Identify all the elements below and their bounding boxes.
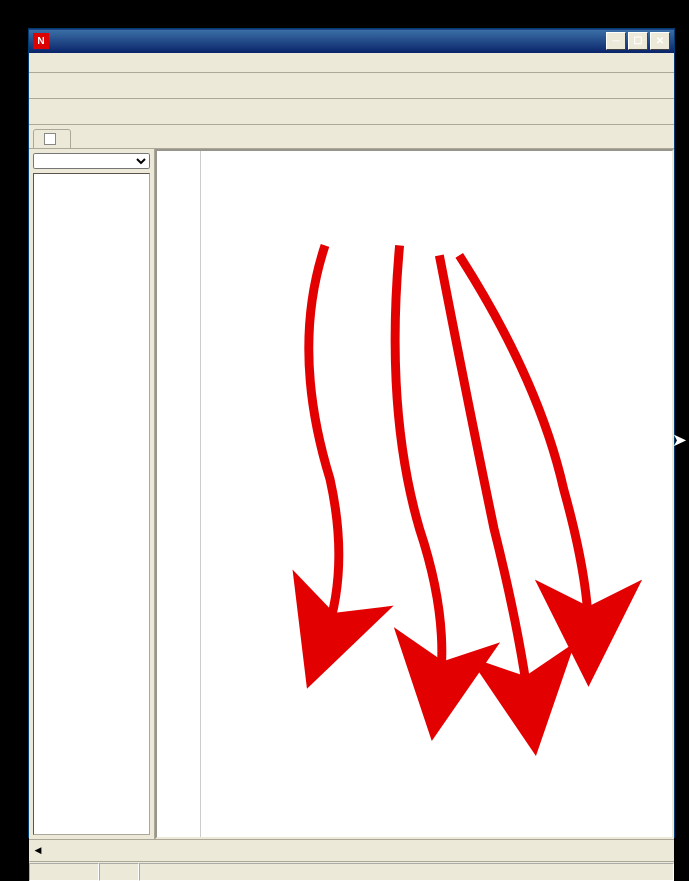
status-mode	[99, 863, 139, 881]
app-window: N ─ ☐ ✕	[28, 28, 675, 838]
editor[interactable]	[155, 149, 674, 839]
file-tabs	[29, 125, 674, 149]
tab-scroll-left[interactable]: ◀	[31, 842, 45, 860]
maximize-button[interactable]: ☐	[628, 32, 648, 50]
toolbar-2	[29, 99, 674, 125]
library-selector[interactable]	[33, 153, 150, 169]
app-icon: N	[33, 33, 49, 49]
sidebar	[29, 149, 155, 839]
window-controls: ─ ☐ ✕	[606, 32, 670, 50]
bottom-tabs: ◀	[29, 839, 674, 861]
library-dropdown[interactable]	[33, 153, 150, 169]
statusbar	[29, 861, 674, 881]
titlebar[interactable]: N ─ ☐ ✕	[29, 29, 674, 53]
library-list[interactable]	[33, 173, 150, 835]
cursor-icon: ➤	[672, 430, 687, 451]
status-info	[139, 863, 674, 881]
menubar	[29, 53, 674, 73]
main-area	[29, 149, 674, 839]
toolbar-1	[29, 73, 674, 99]
line-numbers	[157, 151, 201, 837]
minimize-button[interactable]: ─	[606, 32, 626, 50]
status-position	[29, 863, 99, 881]
editor-content[interactable]	[201, 151, 672, 837]
file-tab-report[interactable]	[33, 129, 71, 148]
close-button[interactable]: ✕	[650, 32, 670, 50]
document-icon	[44, 133, 56, 145]
